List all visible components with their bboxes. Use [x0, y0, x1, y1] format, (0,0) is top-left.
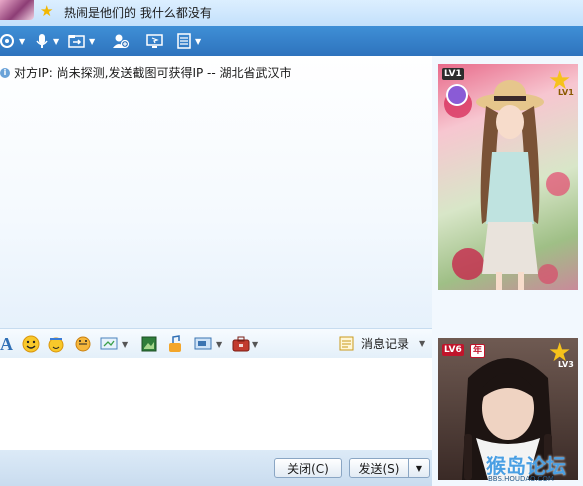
ip-notice-text: 对方IP: 尚未探测,发送截图可获得IP -- 湖北省武汉市	[14, 66, 292, 80]
more-apps-button[interactable]: ▼	[176, 32, 201, 50]
screen-capture-icon	[194, 337, 212, 350]
magic-emoji-button[interactable]	[47, 335, 65, 353]
year-badge: 年	[470, 344, 486, 358]
send-options-button[interactable]: ▼	[408, 458, 430, 478]
chat-toolbar: ▼ ▼ ▼ ▼	[0, 26, 583, 56]
remote-assist-icon	[146, 34, 163, 48]
gem-icon	[446, 84, 468, 106]
chevron-down-icon[interactable]: ▼	[252, 340, 258, 349]
chevron-down-icon[interactable]: ▼	[19, 37, 25, 46]
send-image-button[interactable]	[141, 335, 157, 353]
image-icon	[141, 336, 157, 352]
voice-message-button[interactable]: ▼	[100, 335, 128, 353]
ip-notice: i 对方IP: 尚未探测,发送截图可获得IP -- 湖北省武汉市	[0, 64, 292, 81]
screenshot-icon	[100, 337, 118, 350]
file-transfer-button[interactable]: ▼	[68, 32, 95, 50]
music-button[interactable]	[166, 335, 184, 353]
chevron-down-icon[interactable]: ▼	[89, 37, 95, 46]
shake-icon	[75, 336, 91, 352]
chevron-down-icon[interactable]: ▼	[122, 340, 128, 349]
font-button[interactable]: A	[0, 333, 13, 354]
screen-capture-button[interactable]: ▼	[194, 335, 222, 353]
forum-watermark-url: BBS.HOUDAO.COM	[488, 475, 554, 483]
font-icon: A	[0, 333, 13, 354]
voice-call-icon	[36, 34, 48, 48]
info-icon: i	[0, 67, 10, 78]
video-call-icon	[0, 34, 14, 48]
chevron-down-icon: ▼	[415, 463, 423, 473]
window-title: 热闹是他们的 我什么都没有	[64, 6, 212, 20]
add-friend-button[interactable]	[112, 32, 130, 50]
add-friend-icon	[113, 34, 130, 49]
music-icon	[169, 335, 181, 352]
message-history-button[interactable]: 消息记录 ▼	[339, 335, 425, 352]
star-level-label: LV1	[558, 88, 574, 97]
more-apps-icon	[177, 33, 191, 49]
video-call-button[interactable]: ▼	[0, 32, 25, 50]
input-toolbar: A ▼ ▼ ▼ 消息记录 ▼	[0, 328, 432, 359]
star-icon: ★	[40, 2, 54, 20]
toolbox-button[interactable]: ▼	[232, 335, 258, 353]
file-transfer-icon	[68, 35, 85, 48]
emoji-button[interactable]	[22, 335, 40, 353]
voice-call-button[interactable]: ▼	[34, 32, 59, 50]
chevron-down-icon[interactable]: ▼	[53, 37, 59, 46]
history-label: 消息记录	[361, 337, 410, 351]
remote-assist-button[interactable]	[146, 32, 164, 50]
history-icon	[339, 336, 354, 350]
level-badge: LV6	[442, 344, 464, 356]
close-button[interactable]: 关闭(C)	[274, 458, 342, 478]
toolbox-icon	[232, 336, 250, 352]
contact-avatar[interactable]	[0, 0, 34, 20]
chevron-down-icon[interactable]: ▼	[195, 37, 201, 46]
chevron-down-icon[interactable]: ▼	[216, 340, 222, 349]
smiley-icon	[22, 335, 40, 353]
send-button[interactable]: 发送(S)	[349, 458, 409, 478]
message-history-area[interactable]	[0, 56, 432, 328]
friend-profile-show[interactable]: LV1 ★ LV1	[438, 64, 578, 290]
star-level-label: LV3	[558, 360, 574, 369]
chevron-down-icon[interactable]: ▼	[419, 339, 425, 348]
message-input[interactable]	[0, 358, 432, 450]
magic-emoji-icon	[48, 337, 64, 353]
level-badge: LV1	[442, 68, 464, 80]
shake-window-button[interactable]	[74, 335, 92, 353]
